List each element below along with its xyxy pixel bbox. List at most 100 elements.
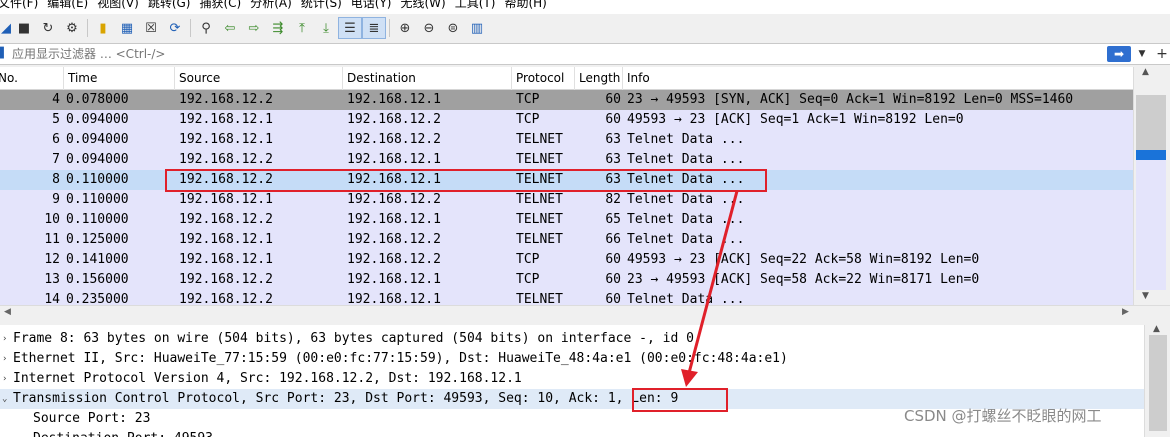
add-filter-button-icon[interactable]: + <box>1155 45 1169 63</box>
capture-options-icon[interactable]: ⚙ <box>60 17 84 39</box>
packet-length: 60 <box>605 252 621 267</box>
scrollbar-thumb[interactable] <box>1149 335 1167 431</box>
stop-capture-icon[interactable]: ■ <box>12 17 36 39</box>
column-destination[interactable]: Destination <box>343 67 512 90</box>
reload-file-icon[interactable]: ⟳ <box>163 17 187 39</box>
menu-statistics[interactable]: 统计(S) <box>301 0 351 12</box>
first-packet-icon[interactable]: ⤒ <box>290 17 314 39</box>
packet-time: 0.235000 <box>66 292 129 305</box>
packet-info: Telnet Data ... <box>627 232 745 247</box>
toolbar-separator <box>87 19 88 37</box>
detail-tcp-destination-port[interactable]: Destination Port: 49593 <box>0 429 1144 437</box>
start-capture-icon[interactable]: ◢ <box>0 17 12 39</box>
zoom-out-icon[interactable]: ⊖ <box>417 17 441 39</box>
packet-row[interactable]: 13 0.156000 192.168.12.2 192.168.12.1 TCP 60 2… <box>0 270 1133 290</box>
scroll-up-icon[interactable]: ▲ <box>1142 67 1149 77</box>
packet-time: 0.094000 <box>66 132 129 147</box>
packet-list-scrollbar[interactable]: ▲ ▼ <box>1133 67 1170 305</box>
save-file-icon[interactable]: ▦ <box>115 17 139 39</box>
packet-source: 192.168.12.2 <box>179 152 273 167</box>
packet-row[interactable]: 11 0.125000 192.168.12.1 192.168.12.2 TELNET… <box>0 230 1133 250</box>
last-packet-icon[interactable]: ⤓ <box>314 17 338 39</box>
packet-length: 60 <box>605 272 621 287</box>
scrollbar-thumb[interactable] <box>1136 95 1166 150</box>
packet-destination: 192.168.12.2 <box>347 252 441 267</box>
packet-source: 192.168.12.1 <box>179 252 273 267</box>
scroll-right-icon[interactable]: ▶ <box>1122 307 1129 317</box>
apply-filter-icon[interactable]: ➡ <box>1107 46 1131 62</box>
packet-row[interactable]: 5 0.094000 192.168.12.1 192.168.12.2 TCP 60 49… <box>0 110 1133 130</box>
collapse-arrow-icon[interactable]: ⌄ <box>2 389 12 409</box>
scroll-up-icon[interactable]: ▲ <box>1153 324 1160 334</box>
filter-history-dropdown-icon[interactable]: ▼ <box>1135 46 1149 62</box>
packet-destination: 192.168.12.2 <box>347 192 441 207</box>
column-source[interactable]: Source <box>175 67 343 90</box>
packet-row[interactable]: 7 0.094000 192.168.12.2 192.168.12.1 TELNET 6… <box>0 150 1133 170</box>
packet-protocol: TELNET <box>516 192 563 207</box>
packet-destination: 192.168.12.2 <box>347 132 441 147</box>
packet-source: 192.168.12.1 <box>179 112 273 127</box>
column-info[interactable]: Info <box>623 67 1133 90</box>
packet-protocol: TELNET <box>516 132 563 147</box>
menu-edit[interactable]: 编辑(E) <box>47 0 97 12</box>
column-length[interactable]: Length <box>575 67 623 90</box>
packet-row[interactable]: 9 0.110000 192.168.12.1 192.168.12.2 TELNET 8… <box>0 190 1133 210</box>
details-scrollbar[interactable]: ▲ <box>1144 324 1170 437</box>
packet-destination: 192.168.12.2 <box>347 112 441 127</box>
packet-list-hscrollbar[interactable]: ◀ ▶ <box>0 305 1170 322</box>
detail-ethernet[interactable]: › Ethernet II, Src: HuaweiTe_77:15:59 (0… <box>0 349 1144 369</box>
menu-go[interactable]: 跳转(G) <box>148 0 200 12</box>
packet-protocol: TELNET <box>516 152 563 167</box>
auto-scroll-icon[interactable]: ☰ <box>338 17 362 39</box>
packet-time: 0.125000 <box>66 232 129 247</box>
go-back-icon[interactable]: ⇦ <box>218 17 242 39</box>
packet-row[interactable]: 6 0.094000 192.168.12.1 192.168.12.2 TELNET 6… <box>0 130 1133 150</box>
menu-capture[interactable]: 捕获(C) <box>199 0 250 12</box>
go-forward-icon[interactable]: ⇨ <box>242 17 266 39</box>
menu-file[interactable]: 文件(F) <box>0 0 47 12</box>
menu-view[interactable]: 视图(V) <box>97 0 148 12</box>
detail-frame[interactable]: › Frame 8: 63 bytes on wire (504 bits), … <box>0 329 1144 349</box>
find-packet-icon[interactable]: ⚲ <box>194 17 218 39</box>
menu-telephony[interactable]: 电话(Y) <box>351 0 401 12</box>
packet-protocol: TELNET <box>516 292 563 305</box>
close-file-icon[interactable]: ☒ <box>139 17 163 39</box>
filter-bookmark-icon[interactable]: ▌ <box>0 46 8 62</box>
colorize-icon[interactable]: ≣ <box>362 17 386 39</box>
menu-tools[interactable]: 工具(T) <box>455 0 505 12</box>
column-protocol[interactable]: Protocol <box>512 67 575 90</box>
packet-row[interactable]: 8 0.110000 192.168.12.2 192.168.12.1 TELNET 6… <box>0 170 1133 190</box>
scroll-left-icon[interactable]: ◀ <box>4 307 11 317</box>
menu-wireless[interactable]: 无线(W) <box>401 0 455 12</box>
packet-no: 6 <box>52 132 60 147</box>
packet-no: 5 <box>52 112 60 127</box>
open-file-icon[interactable]: ▮ <box>91 17 115 39</box>
packet-length: 63 <box>605 152 621 167</box>
packet-length: 63 <box>605 172 621 187</box>
expand-arrow-icon[interactable]: › <box>2 329 12 349</box>
toolbar-separator <box>190 19 191 37</box>
display-filter-input[interactable] <box>12 45 1102 63</box>
main-toolbar: ◢ ■ ↻ ⚙ ▮ ▦ ☒ ⟳ ⚲ ⇦ ⇨ ⇶ ⤒ ⤓ ☰ ≣ ⊕ ⊖ ⊜ ▥ <box>0 14 1170 42</box>
detail-ip[interactable]: › Internet Protocol Version 4, Src: 192.… <box>0 369 1144 389</box>
packet-destination: 192.168.12.1 <box>347 152 441 167</box>
column-no[interactable]: No. <box>0 67 64 90</box>
packet-row[interactable]: 14 0.235000 192.168.12.2 192.168.12.1 TELNET… <box>0 290 1133 305</box>
zoom-in-icon[interactable]: ⊕ <box>393 17 417 39</box>
expand-arrow-icon[interactable]: › <box>2 369 12 389</box>
resize-columns-icon[interactable]: ▥ <box>465 17 489 39</box>
packet-row[interactable]: 4 0.078000 192.168.12.2 192.168.12.1 TCP 60 23… <box>0 90 1133 110</box>
column-time[interactable]: Time <box>64 67 175 90</box>
packet-row[interactable]: 12 0.141000 192.168.12.1 192.168.12.2 TCP 60 4… <box>0 250 1133 270</box>
zoom-reset-icon[interactable]: ⊜ <box>441 17 465 39</box>
go-to-packet-icon[interactable]: ⇶ <box>266 17 290 39</box>
restart-capture-icon[interactable]: ↻ <box>36 17 60 39</box>
menu-analyze[interactable]: 分析(A) <box>250 0 301 12</box>
scroll-down-icon[interactable]: ▼ <box>1142 291 1149 301</box>
packet-time: 0.078000 <box>66 92 129 107</box>
menu-help[interactable]: 帮助(H) <box>504 0 555 12</box>
packet-length: 65 <box>605 212 621 227</box>
packet-row[interactable]: 10 0.110000 192.168.12.2 192.168.12.1 TELNET… <box>0 210 1133 230</box>
expand-arrow-icon[interactable]: › <box>2 349 12 369</box>
packet-length: 60 <box>605 112 621 127</box>
